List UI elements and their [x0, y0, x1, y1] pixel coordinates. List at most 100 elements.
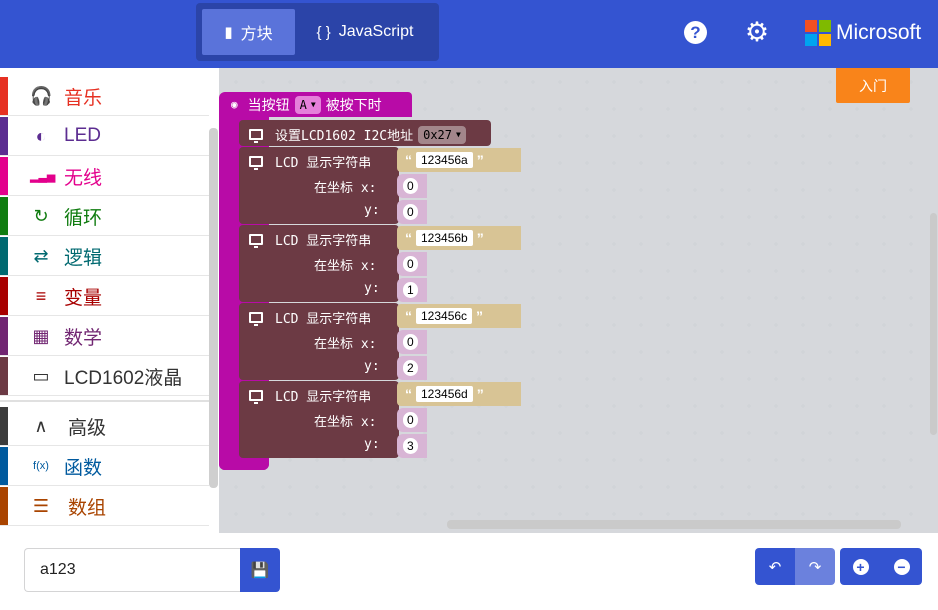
string-value-block[interactable]: “123456b” [397, 226, 521, 250]
toolbox-category[interactable]: ☰ 数组 [0, 487, 209, 526]
microsoft-logo[interactable]: Microsoft [805, 20, 921, 46]
toolbox-category[interactable]: 🎧 音乐 [0, 77, 209, 116]
category-color-bar [0, 407, 8, 445]
y-number-block[interactable]: 3 [397, 434, 427, 458]
string-field[interactable]: 123456a [416, 152, 473, 168]
toolbox-category[interactable]: f(x) 函数 [0, 447, 209, 486]
event-suffix: 被按下时 [325, 97, 382, 114]
workspace-horizontal-scrollbar[interactable] [447, 520, 901, 529]
toolbox-category[interactable]: ≡ 变量 [0, 277, 209, 316]
category-color-bar [0, 157, 8, 195]
y-number-block[interactable]: 2 [397, 356, 427, 380]
javascript-mode-button[interactable]: { } JavaScript [299, 9, 431, 55]
lcd-show-string-block[interactable]: LCD 显示字符串 在坐标 x: y: [239, 225, 399, 302]
address-value: 0x27 [423, 127, 452, 142]
headphones-icon: 🎧 [30, 85, 53, 106]
toolbox-category[interactable]: ▂▃▅ 无线 [0, 157, 209, 196]
settings-button[interactable]: ⚙ [744, 19, 770, 46]
monitor-icon: ▭ [32, 365, 50, 386]
undo-button[interactable]: ↶ [755, 548, 795, 585]
lcd-init-label: 设置LCD1602 I2C地址 [275, 129, 414, 144]
string-field[interactable]: 123456b [416, 230, 473, 246]
blocks-workspace[interactable]: ◉ 当按钮 A ▼ 被按下时 设置LCD1602 I2C地址 0x27 ▼ LC… [219, 68, 938, 533]
button-dropdown[interactable]: A ▼ [294, 95, 321, 114]
x-number-block[interactable]: 0 [397, 174, 427, 198]
zoom-out-button[interactable]: − [881, 548, 922, 585]
y-field[interactable]: 0 [403, 204, 418, 220]
editor-mode-toggle: ▮ 方块 { } JavaScript [196, 3, 439, 61]
open-quote-icon: “ [405, 308, 412, 324]
lcd-show-label: LCD 显示字符串 [275, 312, 372, 327]
category-color-bar [0, 357, 8, 395]
redo-button[interactable]: ↷ [795, 548, 835, 585]
x-number-block[interactable]: 0 [397, 408, 427, 432]
y-number-block[interactable]: 1 [397, 278, 427, 302]
minus-icon: − [893, 558, 910, 575]
category-color-bar [0, 487, 8, 525]
address-dropdown[interactable]: 0x27 ▼ [418, 125, 466, 144]
workspace-vertical-scrollbar[interactable] [930, 213, 937, 435]
button-dropdown-value: A [299, 97, 307, 112]
x-field[interactable]: 0 [403, 178, 418, 194]
editor-footer: 💾 ↶ ↷ + − [0, 533, 938, 610]
y-field[interactable]: 1 [403, 282, 418, 298]
toolbox-category[interactable]: ▭ LCD1602液晶 [0, 357, 209, 396]
y-field[interactable]: 3 [403, 438, 418, 454]
close-quote-icon: ” [476, 308, 484, 324]
category-color-bar [0, 317, 8, 355]
function-icon: f(x) [33, 460, 49, 472]
zoom-in-button[interactable]: + [840, 548, 881, 585]
string-value-block[interactable]: “123456c” [397, 304, 521, 328]
on-button-pressed-block[interactable]: ◉ 当按钮 A ▼ 被按下时 [219, 92, 412, 117]
position-y-label: y: [364, 359, 380, 374]
category-label: 高级 [68, 417, 107, 439]
category-label: LED [64, 125, 101, 146]
category-label: 函数 [64, 457, 103, 479]
monitor-icon [249, 234, 263, 248]
chevron-up-icon: ∧ [34, 415, 48, 436]
lcd-init-block[interactable]: 设置LCD1602 I2C地址 0x27 ▼ [239, 120, 491, 146]
microsoft-logo-icon [805, 20, 831, 46]
lcd-show-string-block[interactable]: LCD 显示字符串 在坐标 x: y: [239, 381, 399, 458]
blocks-mode-button[interactable]: ▮ 方块 [202, 9, 295, 55]
lcd-show-string-block[interactable]: LCD 显示字符串 在坐标 x: y: [239, 303, 399, 380]
category-label: 音乐 [64, 87, 103, 109]
javascript-mode-label: JavaScript [338, 23, 414, 40]
lcd-show-string-block[interactable]: LCD 显示字符串 在坐标 x: y: [239, 147, 399, 224]
monitor-icon [249, 312, 263, 326]
close-quote-icon: ” [476, 386, 484, 402]
shuffle-icon: ⇄ [33, 245, 49, 266]
lcd-show-label: LCD 显示字符串 [275, 390, 372, 405]
position-x-label: 在坐标 x: [314, 181, 377, 196]
toolbox-category[interactable]: ▦ 数学 [0, 317, 209, 356]
lcd-show-label: LCD 显示字符串 [275, 156, 372, 171]
help-button[interactable]: ? [684, 21, 707, 44]
brand-text: Microsoft [836, 21, 922, 44]
getting-started-button[interactable]: 入门 [836, 68, 910, 103]
close-quote-icon: ” [476, 230, 484, 246]
position-x-label: 在坐标 x: [314, 259, 377, 274]
refresh-icon: ↻ [33, 205, 49, 226]
toolbox-category[interactable]: ↻ 循环 [0, 197, 209, 236]
string-field[interactable]: 123456c [416, 308, 473, 324]
category-label: 数学 [64, 327, 103, 349]
lcd-show-label: LCD 显示字符串 [275, 234, 372, 249]
event-prefix: 当按钮 [247, 97, 290, 114]
string-value-block[interactable]: “123456a” [397, 148, 521, 172]
open-quote-icon: “ [405, 386, 412, 402]
x-field[interactable]: 0 [403, 334, 418, 350]
save-button[interactable]: 💾 [240, 548, 280, 592]
toolbox-category[interactable]: ∧ 高级 [0, 407, 209, 446]
x-number-block[interactable]: 0 [397, 252, 427, 276]
y-field[interactable]: 2 [403, 360, 418, 376]
project-name-input[interactable] [24, 548, 241, 592]
x-field[interactable]: 0 [403, 256, 418, 272]
toolbox-category[interactable]: ⇄ 逻辑 [0, 237, 209, 276]
string-value-block[interactable]: “123456d” [397, 382, 521, 406]
x-number-block[interactable]: 0 [397, 330, 427, 354]
y-number-block[interactable]: 0 [397, 200, 427, 224]
x-field[interactable]: 0 [403, 412, 418, 428]
toolbox-scrollbar[interactable] [209, 128, 218, 488]
toolbox-category[interactable]: ◐ LED [0, 117, 209, 156]
string-field[interactable]: 123456d [416, 386, 473, 402]
